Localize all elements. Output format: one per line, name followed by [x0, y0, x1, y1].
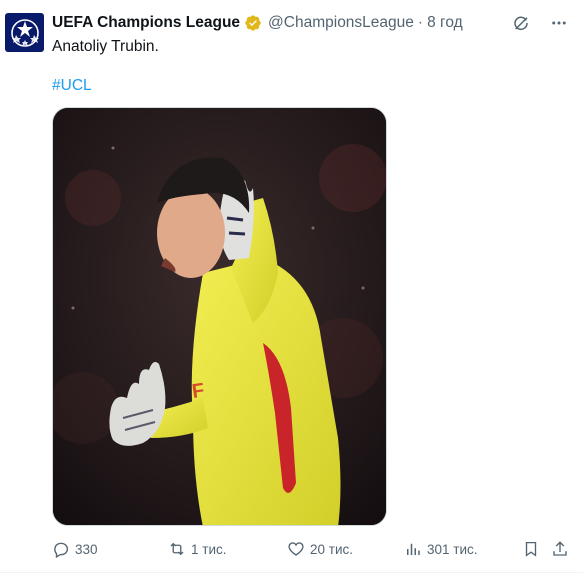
share-icon	[553, 541, 567, 556]
timestamp[interactable]: 8 год	[427, 14, 463, 32]
grok-icon[interactable]	[511, 13, 531, 33]
reply-count: 330	[75, 541, 98, 557]
hashtag-link[interactable]: #UCL	[52, 76, 92, 96]
views-button[interactable]: 301 тис.	[404, 538, 478, 560]
share-button[interactable]	[551, 538, 569, 560]
tweet-text: Anatoliy Trubin.	[52, 38, 159, 55]
reply-button[interactable]: 330	[52, 538, 98, 560]
like-button[interactable]: 20 тис.	[287, 538, 353, 560]
top-actions	[511, 12, 569, 34]
tweet-header: UEFA Champions League @ChampionsLeague ·…	[52, 12, 463, 34]
tweet-card[interactable]: UEFA Champions League @ChampionsLeague ·…	[0, 0, 583, 575]
action-bar: 330 1 тис. 20 тис. 301 тис.	[52, 538, 572, 560]
tweet-photo[interactable]: F	[52, 107, 387, 526]
like-count: 20 тис.	[310, 541, 353, 557]
goalkeeper-photo: F	[53, 108, 386, 525]
author-handle[interactable]: @ChampionsLeague	[268, 14, 414, 32]
more-icon[interactable]	[549, 13, 569, 33]
retweet-icon	[170, 542, 184, 556]
reply-icon	[54, 542, 69, 558]
retweet-button[interactable]: 1 тис.	[168, 538, 226, 560]
author-name[interactable]: UEFA Champions League	[52, 14, 240, 32]
divider	[0, 572, 583, 573]
champions-league-starball-icon	[10, 18, 39, 47]
separator-dot: ·	[417, 14, 424, 31]
avatar[interactable]	[5, 13, 44, 52]
heart-icon	[288, 542, 304, 556]
views-count: 301 тис.	[427, 541, 478, 557]
bookmark-button[interactable]	[522, 538, 540, 560]
bookmark-icon	[525, 541, 537, 557]
verified-badge-icon[interactable]	[244, 14, 262, 32]
retweet-count: 1 тис.	[191, 541, 227, 557]
views-icon	[407, 543, 420, 555]
